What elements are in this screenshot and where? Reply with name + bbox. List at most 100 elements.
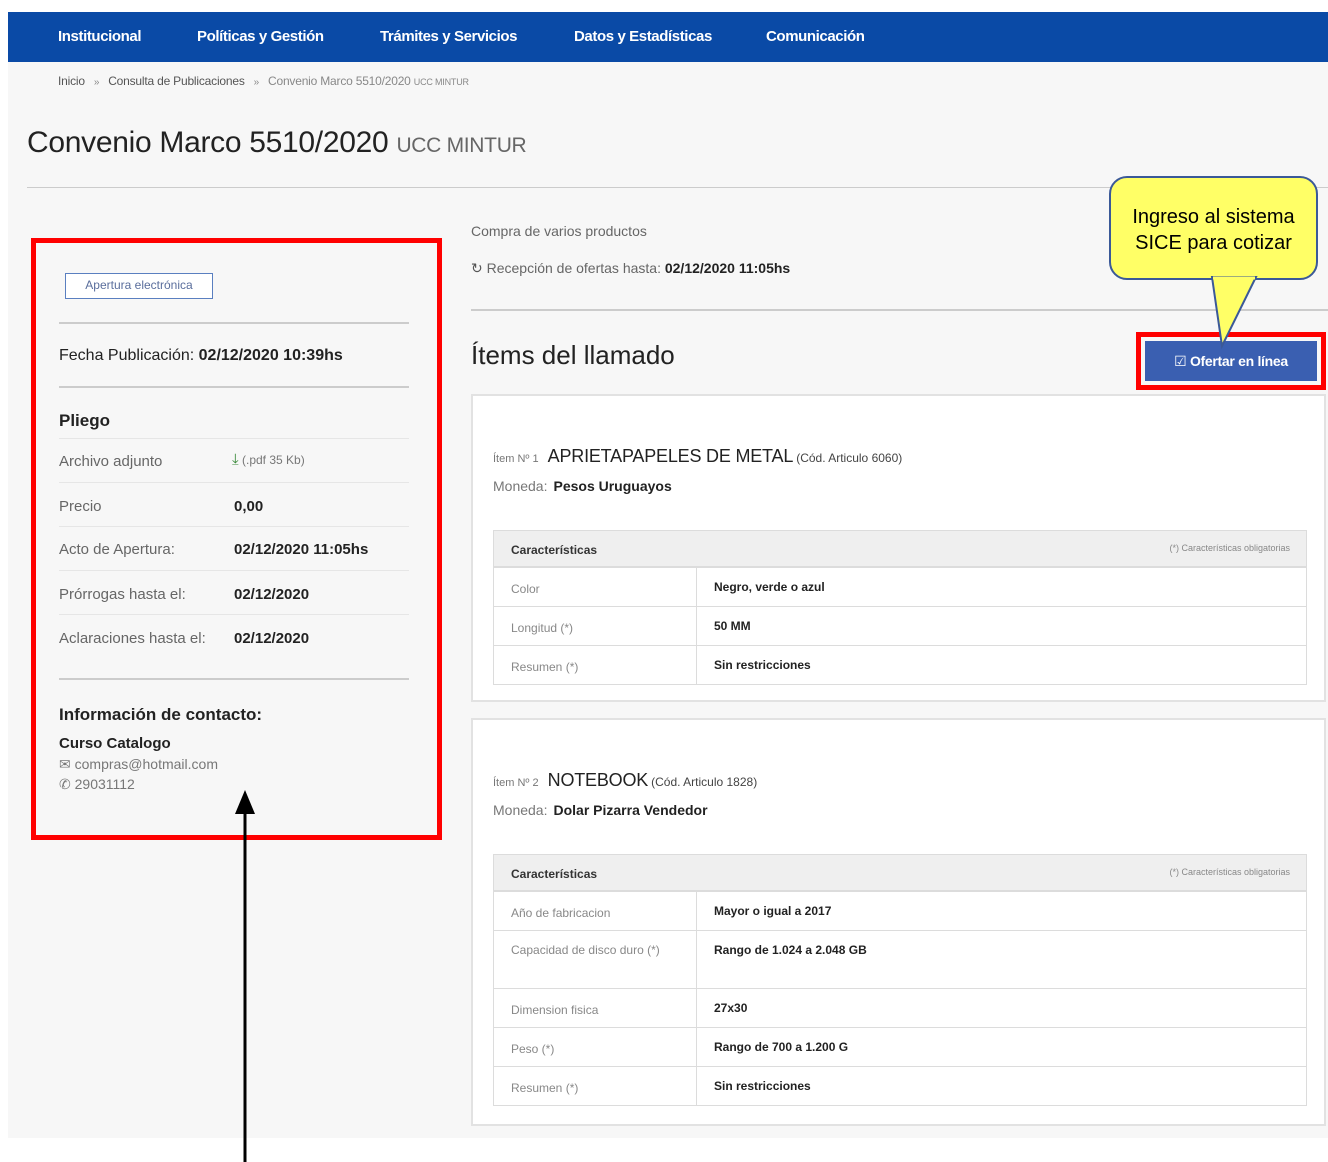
moneda-value: Dolar Pizarra Vendedor xyxy=(553,802,708,818)
breadcrumb: Inicio » Consulta de Publicaciones » Conveni… xyxy=(58,74,469,88)
row-value: Mayor o igual a 2017 xyxy=(714,904,832,918)
checkbox-icon: ☑ xyxy=(1174,353,1187,369)
row-value: Rango de 700 a 1.200 G xyxy=(714,1040,849,1054)
archivo-value: (.pdf 35 Kb) xyxy=(241,453,305,467)
recepcion-label: Recepción de ofertas hasta: xyxy=(486,260,661,276)
download-icon: ⤓ xyxy=(232,451,239,468)
contact-email-text: compras@hotmail.com xyxy=(74,756,218,772)
recepcion-value: 02/12/2020 11:05hs xyxy=(664,260,791,276)
contact-phone: ✆ 29031112 xyxy=(59,776,135,793)
aclaraciones-label: Aclaraciones hasta el: xyxy=(59,630,206,647)
table-header: Características (*) Características obli… xyxy=(494,855,1306,891)
precio-value: 0,00 xyxy=(234,498,264,515)
table-row: Dimension fisica 27x30 xyxy=(494,988,1306,1027)
table-row: Resumen (*) Sin restricciones xyxy=(494,645,1306,684)
contact-phone-text: 29031112 xyxy=(74,776,135,792)
item-moneda: Moneda: Dolar Pizarra Vendedor xyxy=(493,802,708,818)
table-row: Año de fabricacion Mayor o igual a 2017 xyxy=(494,891,1306,930)
fecha-label: Fecha Publicación: xyxy=(59,347,195,364)
table-row: Resumen (*) Sin restricciones xyxy=(494,1066,1306,1105)
item-prefix: Ítem Nº 2 xyxy=(493,777,539,789)
ofertar-label: Ofertar en línea xyxy=(1189,353,1288,369)
precio-label: Precio xyxy=(59,498,102,515)
envelope-icon: ✉ xyxy=(59,756,71,772)
breadcrumb-current-label: Convenio Marco 5510/2020 xyxy=(268,74,411,88)
prorrogas-label: Prórrogas hasta el: xyxy=(59,586,186,603)
moneda-label: Moneda: xyxy=(493,802,548,818)
items-title: Ítems del llamado xyxy=(471,340,675,370)
divider xyxy=(59,322,409,324)
prorrogas-value: 02/12/2020 xyxy=(234,586,310,603)
publication-info-panel: Apertura electrónica Fecha Publicación: … xyxy=(31,238,442,840)
aclaraciones-value: 02/12/2020 xyxy=(234,630,310,647)
page-title-sub: UCC MINTUR xyxy=(396,134,527,157)
breadcrumb-current-sub: UCC MINTUR xyxy=(413,77,469,87)
ofertar-en-linea-button[interactable]: ☑ Ofertar en línea xyxy=(1145,341,1317,381)
breadcrumb-separator-icon: » xyxy=(253,77,260,88)
page-title-main: Convenio Marco 5510/2020 xyxy=(27,126,389,159)
row-key: Resumen (*) xyxy=(511,660,579,674)
row-value: 50 MM xyxy=(714,619,751,633)
divider xyxy=(59,526,409,527)
row-value: Negro, verde o azul xyxy=(714,580,825,594)
row-key: Dimension fisica xyxy=(511,1003,599,1017)
divider xyxy=(59,438,409,439)
archivo-label: Archivo adjunto xyxy=(59,453,163,470)
fecha-publicacion: Fecha Publicación: 02/12/2020 10:39hs xyxy=(59,347,343,365)
nav-item-comunicacion[interactable]: Comunicación xyxy=(766,28,865,45)
nav-item-institucional[interactable]: Institucional xyxy=(58,28,142,45)
characteristics-table: Características (*) Características obli… xyxy=(493,854,1307,1106)
table-header: Características (*) Características obli… xyxy=(494,531,1306,567)
item-card: Ítem Nº 1 APRIETAPAPELES DE METAL (Cód. … xyxy=(471,394,1326,702)
item-header: Ítem Nº 1 APRIETAPAPELES DE METAL (Cód. … xyxy=(493,446,902,467)
row-value: 27x30 xyxy=(714,1001,748,1015)
table-row: Color Negro, verde o azul xyxy=(494,567,1306,606)
row-key: Color xyxy=(511,582,540,596)
item-header: Ítem Nº 2 NOTEBOOK (Cód. Articulo 1828) xyxy=(493,770,757,791)
divider xyxy=(59,482,409,483)
item-card: Ítem Nº 2 NOTEBOOK (Cód. Articulo 1828) … xyxy=(471,718,1326,1126)
breadcrumb-section[interactable]: Consulta de Publicaciones xyxy=(108,74,245,88)
refresh-icon: ↻ xyxy=(471,260,483,276)
table-row: Capacidad de disco duro (*) Rango de 1.0… xyxy=(494,930,1306,988)
contact-email[interactable]: ✉ compras@hotmail.com xyxy=(59,756,218,773)
table-header-note: (*) Características obligatorias xyxy=(1169,543,1290,553)
ofertar-highlight: ☑ Ofertar en línea xyxy=(1136,332,1326,390)
divider xyxy=(59,570,409,571)
row-key: Resumen (*) xyxy=(511,1081,579,1095)
nav-item-tramites[interactable]: Trámites y Servicios xyxy=(380,28,517,45)
fecha-value: 02/12/2020 10:39hs xyxy=(198,347,343,364)
table-header-label: Características xyxy=(511,543,598,557)
row-key: Longitud (*) xyxy=(511,621,574,635)
recepcion-ofertas: ↻ Recepción de ofertas hasta: 02/12/2020… xyxy=(471,260,790,277)
apertura-label: Acto de Apertura: xyxy=(59,541,175,558)
item-code: (Cód. Articulo 6060) xyxy=(796,451,903,465)
page-title: Convenio Marco 5510/2020 UCC MINTUR xyxy=(27,126,527,160)
characteristics-table: Características (*) Características obli… xyxy=(493,530,1307,685)
nav-item-datos[interactable]: Datos y Estadísticas xyxy=(574,28,712,45)
archivo-download-link[interactable]: ⤓ (.pdf 35 Kb) xyxy=(232,451,305,468)
divider xyxy=(471,309,1328,311)
nav-item-politicas[interactable]: Políticas y Gestión xyxy=(197,28,324,45)
callout-line-1: Ingreso al sistema xyxy=(1132,206,1295,228)
breadcrumb-current: Convenio Marco 5510/2020 UCC MINTUR xyxy=(268,74,469,88)
table-header-label: Características xyxy=(511,867,598,881)
divider xyxy=(59,386,409,388)
compra-description: Compra de varios productos xyxy=(471,223,647,239)
phone-icon: ✆ xyxy=(59,776,71,792)
apertura-value: 02/12/2020 11:05hs xyxy=(234,541,369,558)
contact-name: Curso Catalogo xyxy=(59,735,171,752)
contact-title: Información de contacto: xyxy=(59,705,263,724)
row-value: Sin restricciones xyxy=(714,1079,811,1093)
table-row: Peso (*) Rango de 700 a 1.200 G xyxy=(494,1027,1306,1066)
top-navigation: Institucional Políticas y Gestión Trámit… xyxy=(8,12,1328,62)
row-key: Capacidad de disco duro (*) xyxy=(511,943,660,957)
item-prefix: Ítem Nº 1 xyxy=(493,453,539,465)
pliego-title: Pliego xyxy=(59,411,111,430)
breadcrumb-separator-icon: » xyxy=(93,77,100,88)
item-name: NOTEBOOK xyxy=(547,770,649,790)
row-value: Sin restricciones xyxy=(714,658,811,672)
breadcrumb-home[interactable]: Inicio xyxy=(58,74,85,88)
apertura-electronica-badge[interactable]: Apertura electrónica xyxy=(65,273,213,299)
row-value: Rango de 1.024 a 2.048 GB xyxy=(714,943,867,957)
